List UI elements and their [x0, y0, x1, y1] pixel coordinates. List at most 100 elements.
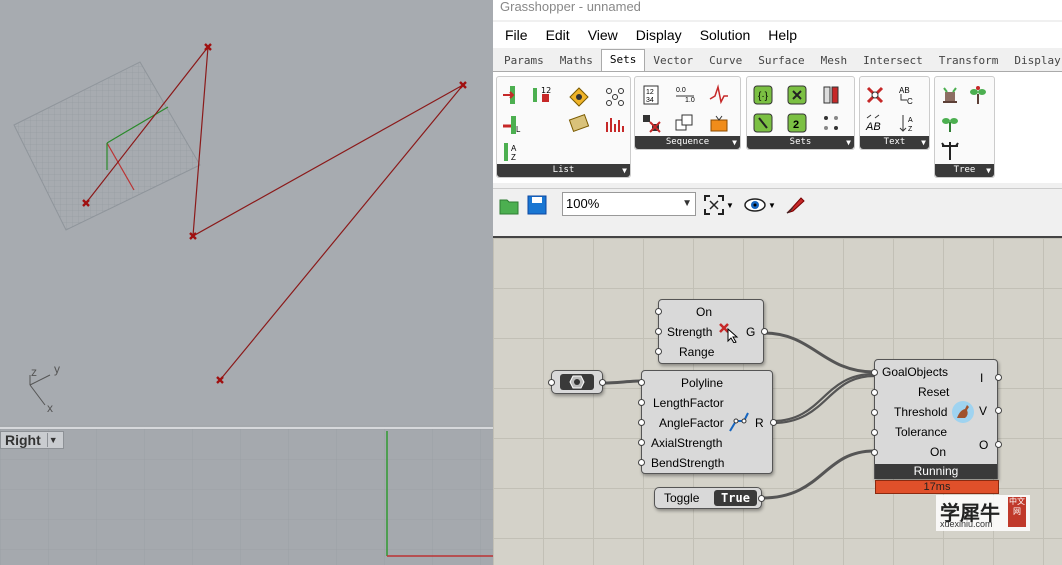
toggle-output-grip[interactable]: [758, 495, 765, 502]
output-grip-r[interactable]: [770, 419, 777, 426]
menu-help[interactable]: Help: [759, 22, 806, 48]
kangaroo-solver-component[interactable]: GoalObjects Reset Threshold Tolerance On…: [871, 359, 1002, 479]
input-grip-axialstrength[interactable]: [638, 439, 645, 446]
input-grip-reset[interactable]: [871, 389, 878, 396]
svg-text:{·}: {·}: [758, 91, 769, 102]
output-grip-o[interactable]: [995, 441, 1002, 448]
zoom-level-select[interactable]: 100% ▼: [562, 192, 696, 216]
shift-list-icon[interactable]: [567, 85, 591, 109]
preview-eye-icon[interactable]: [743, 193, 767, 217]
output-label-g: G: [746, 325, 756, 339]
text-sort-icon[interactable]: AZ: [896, 111, 920, 135]
list-item-icon[interactable]: [500, 83, 524, 107]
open-file-icon[interactable]: [497, 193, 521, 217]
toggle-value[interactable]: True: [714, 490, 757, 506]
input-grip-on[interactable]: [871, 449, 878, 456]
list-replace-icon[interactable]: L: [500, 113, 524, 137]
menu-solution[interactable]: Solution: [691, 22, 760, 48]
anchor-goal-component[interactable]: On Strength Range G: [655, 299, 768, 364]
tab-params[interactable]: Params: [496, 51, 552, 71]
grasshopper-window: Grasshopper - unnamed File Edit View Dis…: [493, 0, 1062, 565]
param-input-grip[interactable]: [548, 379, 555, 386]
duplicate-icon[interactable]: [673, 111, 697, 135]
text-split-icon[interactable]: [863, 83, 887, 107]
cull-icon[interactable]: [639, 111, 663, 135]
input-grip-polyline[interactable]: [638, 379, 645, 386]
panel-text: AB C AB AZ Text ▼: [859, 76, 930, 150]
output-grip-i[interactable]: [995, 374, 1002, 381]
output-grip-g[interactable]: [761, 328, 768, 335]
tab-intersect[interactable]: Intersect: [855, 51, 931, 71]
input-grip-range[interactable]: [655, 348, 662, 355]
input-grip-goalobjects[interactable]: [871, 369, 878, 376]
save-file-icon[interactable]: [525, 193, 549, 217]
rhino-viewport-right[interactable]: Right ▼: [0, 427, 493, 565]
input-label-reset: Reset: [918, 385, 950, 399]
kangaroo-icon: [951, 400, 975, 427]
viewport-label-right[interactable]: Right ▼: [0, 431, 64, 449]
input-grip-strength[interactable]: [655, 328, 662, 335]
polyline-goal-component[interactable]: Polyline LengthFactor AngleFactor AxialS…: [638, 370, 777, 474]
wire-polyline-to-goals-2: [772, 374, 875, 425]
series-icon[interactable]: 12 34: [639, 83, 663, 107]
param-body: [560, 374, 594, 390]
preview-dropdown-icon[interactable]: ▼: [767, 193, 777, 217]
tree-stump-icon[interactable]: [938, 83, 962, 107]
set-intersect-icon[interactable]: [751, 111, 775, 135]
set-majority-icon[interactable]: [819, 83, 843, 107]
fibonacci-icon[interactable]: [707, 83, 731, 107]
list-split-icon[interactable]: [567, 111, 591, 135]
list-length-icon[interactable]: 12: [529, 83, 553, 107]
svg-text:34: 34: [646, 97, 654, 104]
set-union-icon[interactable]: {·}: [751, 83, 775, 107]
svg-text:AB: AB: [899, 86, 910, 95]
tab-display[interactable]: Display: [1006, 51, 1062, 71]
random-icon[interactable]: [707, 111, 731, 135]
zoom-extents-dropdown-icon[interactable]: ▼: [725, 193, 735, 217]
tab-maths[interactable]: Maths: [552, 51, 601, 71]
param-output-grip[interactable]: [599, 379, 606, 386]
cull-pattern-icon[interactable]: [603, 111, 627, 135]
wire-polyline-to-goals-1: [772, 372, 875, 423]
tab-surface[interactable]: Surface: [750, 51, 812, 71]
input-grip-tolerance[interactable]: [871, 429, 878, 436]
range-icon[interactable]: 0.0 1.0: [673, 83, 697, 107]
menu-file[interactable]: File: [496, 22, 537, 48]
tree-graft-icon[interactable]: [938, 111, 962, 135]
svg-text:A: A: [908, 117, 913, 124]
viewport-menu-dropdown-icon[interactable]: ▼: [46, 433, 59, 447]
input-grip-bendstrength[interactable]: [638, 459, 645, 466]
menu-view[interactable]: View: [579, 22, 627, 48]
text-case-icon[interactable]: AB: [863, 111, 887, 135]
input-grip-anglefactor[interactable]: [638, 419, 645, 426]
tab-transform[interactable]: Transform: [931, 51, 1007, 71]
boolean-toggle[interactable]: Toggle True: [654, 487, 765, 509]
tab-mesh[interactable]: Mesh: [813, 51, 856, 71]
input-label-anglefactor: AngleFactor: [659, 416, 724, 430]
set-member-icon[interactable]: 2: [785, 111, 809, 135]
sort-list-icon[interactable]: AZ: [500, 140, 524, 164]
tab-vector[interactable]: Vector: [645, 51, 701, 71]
dispatch-icon[interactable]: [603, 85, 627, 109]
output-grip-v[interactable]: [995, 407, 1002, 414]
input-grip-threshold[interactable]: [871, 409, 878, 416]
tab-sets[interactable]: Sets: [600, 49, 646, 71]
set-delete-icon[interactable]: [819, 111, 843, 135]
rhino-viewport-top[interactable]: z y x: [0, 0, 493, 425]
input-label-range: Range: [679, 345, 715, 359]
zoom-extents-icon[interactable]: [702, 193, 726, 217]
menu-display[interactable]: Display: [627, 22, 691, 48]
tree-sprout-icon[interactable]: [966, 83, 990, 107]
menu-bar: File Edit View Display Solution Help: [493, 22, 1062, 48]
toggle-label: Toggle: [664, 491, 700, 505]
tree-flip-icon[interactable]: [938, 139, 962, 163]
sketch-pen-icon[interactable]: [783, 193, 807, 217]
input-grip-lengthfactor[interactable]: [638, 399, 645, 406]
input-grip-on[interactable]: [655, 308, 662, 315]
panel-label-text: Text ▼: [860, 136, 929, 149]
menu-edit[interactable]: Edit: [537, 22, 579, 48]
geometry-param-component[interactable]: [548, 370, 606, 394]
tab-curve[interactable]: Curve: [701, 51, 750, 71]
set-difference-icon[interactable]: [785, 83, 809, 107]
text-concat-icon[interactable]: AB C: [896, 83, 920, 107]
